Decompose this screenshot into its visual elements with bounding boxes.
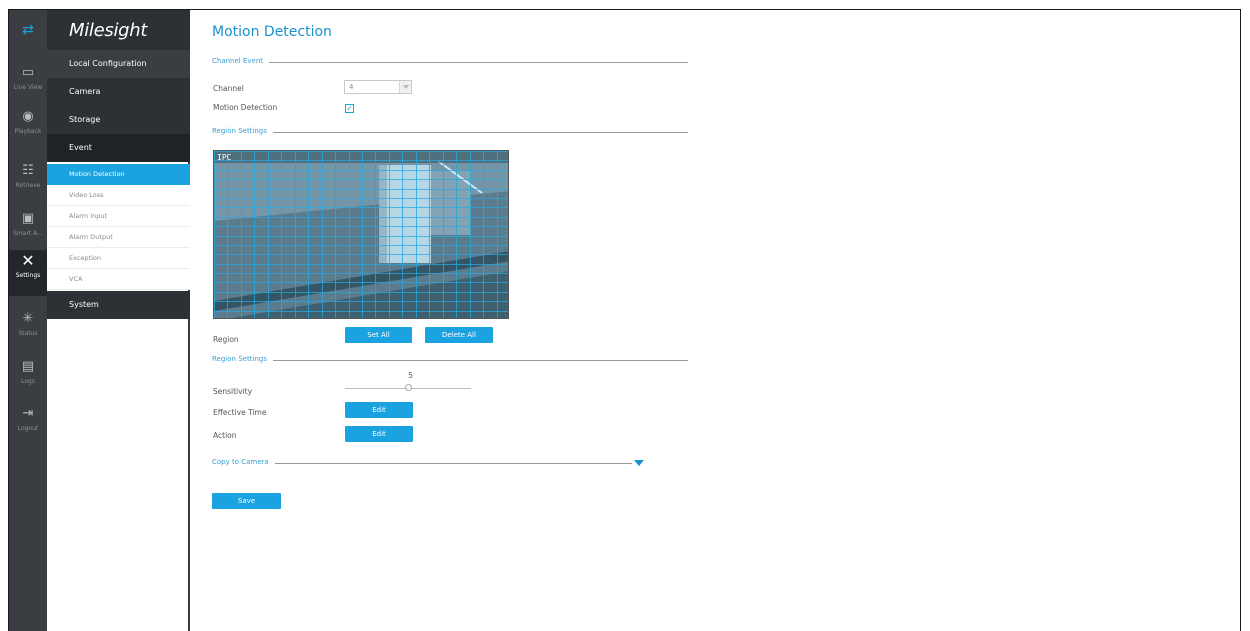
rail-label: Status xyxy=(18,330,38,337)
rail-item-retrieve[interactable]: ☷ Retrieve xyxy=(9,160,47,204)
rail-label: Settings xyxy=(15,272,41,279)
window-frame xyxy=(8,9,1241,631)
menu-item-system[interactable]: System xyxy=(47,291,190,319)
rail-label: Retrieve xyxy=(15,182,41,189)
submenu-item-vca[interactable]: VCA xyxy=(47,269,190,290)
chevron-down-icon[interactable] xyxy=(634,460,644,466)
rail-item-live-view[interactable]: ▭ Live View xyxy=(9,62,47,106)
delete-all-button[interactable]: Delete All xyxy=(425,327,493,343)
chevron-down-icon xyxy=(399,81,411,93)
effective-time-label: Effective Time xyxy=(213,408,267,417)
menu-item-local-configuration[interactable]: Local Configuration xyxy=(47,50,190,78)
rail-item-status[interactable]: ✳ Status xyxy=(9,308,47,352)
section-channel-event: Channel Event xyxy=(212,57,688,67)
rail-label: Logs xyxy=(21,378,35,385)
submenu-item-motion-detection[interactable]: Motion Detection xyxy=(47,164,190,185)
settings-icon: ✕ xyxy=(21,251,35,270)
menu-item-storage[interactable]: Storage xyxy=(47,106,190,134)
sensitivity-label: Sensitivity xyxy=(213,387,253,396)
settings-menu: Milesight Local Configuration Camera Sto… xyxy=(47,10,190,631)
section-divider xyxy=(212,62,688,63)
section-title: Region Settings xyxy=(212,355,273,363)
menu-item-event[interactable]: Event xyxy=(47,134,190,162)
brand-logo: Milesight xyxy=(47,10,190,50)
motion-region-fill xyxy=(214,151,508,318)
video-osd-camera-name: IPC xyxy=(217,153,232,162)
section-region-settings: Region Settings xyxy=(212,127,688,137)
motion-detection-checkbox[interactable]: ✓ xyxy=(345,104,354,113)
section-title: Region Settings xyxy=(212,127,273,135)
rail-label: Live View xyxy=(13,84,43,91)
section-divider xyxy=(212,132,688,133)
effective-time-edit-button[interactable]: Edit xyxy=(345,402,413,418)
section-divider xyxy=(212,463,632,464)
action-label: Action xyxy=(213,431,237,440)
section-region-settings-2: Region Settings xyxy=(212,355,688,365)
channel-value: 4 xyxy=(349,83,354,91)
rail-item-logout[interactable]: ⇥ Logout xyxy=(9,403,47,447)
rail-label: Playback xyxy=(14,128,42,135)
logout-icon: ⇥ xyxy=(22,406,34,421)
rail-label: Logout xyxy=(17,425,39,432)
section-copy-to-camera[interactable]: Copy to Camera xyxy=(212,458,632,468)
rail-item-smart-analysis[interactable]: ▣ Smart A... xyxy=(9,208,47,252)
set-all-button[interactable]: Set All xyxy=(345,327,412,343)
logs-icon: ▤ xyxy=(21,359,35,374)
status-icon: ✳ xyxy=(22,311,34,326)
rail-item-playback[interactable]: ◉ Playback xyxy=(9,106,47,150)
section-divider xyxy=(212,360,688,361)
motion-grid-overlay xyxy=(214,151,508,318)
submenu-item-video-loss[interactable]: Video Loss xyxy=(47,185,190,206)
section-title: Copy to Camera xyxy=(212,458,275,466)
action-edit-button[interactable]: Edit xyxy=(345,426,413,442)
channel-label: Channel xyxy=(213,84,244,93)
swap-icon[interactable]: ⇄ xyxy=(9,22,47,38)
rail-label: Smart A... xyxy=(13,230,43,237)
save-button[interactable]: Save xyxy=(212,493,281,509)
submenu-item-exception[interactable]: Exception xyxy=(47,248,190,269)
section-title: Channel Event xyxy=(212,57,270,65)
sensitivity-slider-handle[interactable] xyxy=(405,384,412,391)
camera-preview-region-grid[interactable]: IPC xyxy=(213,150,509,319)
playback-icon: ◉ xyxy=(22,109,34,124)
sensitivity-value: 5 xyxy=(408,371,414,380)
channel-select[interactable]: 4 xyxy=(344,80,412,94)
rail-item-settings[interactable]: ✕ Settings xyxy=(9,250,47,296)
submenu-item-alarm-output[interactable]: Alarm Output xyxy=(47,227,190,248)
rail-item-logs[interactable]: ▤ Logs xyxy=(9,356,47,400)
icon-rail: ⇄ ▭ Live View ◉ Playback ☷ Retrieve ▣ Sm… xyxy=(9,10,47,631)
page-title: Motion Detection xyxy=(212,24,332,40)
motion-detection-label: Motion Detection xyxy=(213,103,278,112)
menu-item-camera[interactable]: Camera xyxy=(47,78,190,106)
live-view-icon: ▭ xyxy=(21,65,35,80)
retrieve-icon: ☷ xyxy=(22,163,34,178)
submenu-item-alarm-input[interactable]: Alarm Input xyxy=(47,206,190,227)
smart-analysis-icon: ▣ xyxy=(21,211,35,226)
region-label: Region xyxy=(213,335,239,344)
